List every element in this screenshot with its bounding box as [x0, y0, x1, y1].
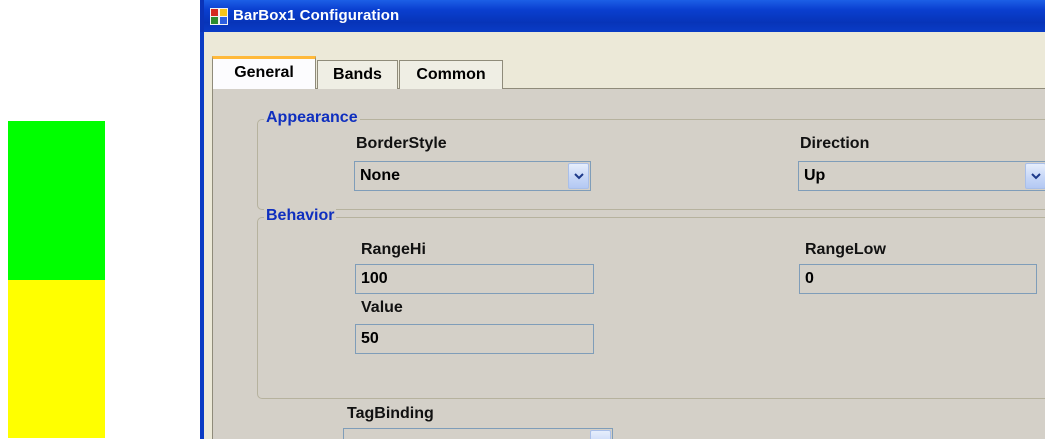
window-app-icon [210, 8, 228, 25]
general-tab-page: Appearance BorderStyle None Direction Up [212, 88, 1045, 439]
tab-common-label: Common [416, 66, 486, 83]
range-low-value: 0 [805, 270, 814, 287]
appearance-legend: Appearance [264, 109, 360, 127]
range-hi-input[interactable]: 100 [355, 264, 594, 294]
direction-dropdown[interactable]: Up [798, 161, 1045, 191]
value-input[interactable]: 50 [355, 324, 594, 354]
dialog-content: General Bands Common Appearance BorderSt… [204, 32, 1045, 439]
border-style-dropdown-button[interactable] [568, 163, 589, 189]
chevron-down-icon [1031, 173, 1041, 180]
tag-binding-label: TagBinding [347, 405, 434, 422]
bar-preview [8, 121, 105, 438]
tab-common[interactable]: Common [399, 60, 503, 89]
direction-value: Up [804, 167, 826, 184]
border-style-dropdown[interactable]: None [354, 161, 591, 191]
border-style-value: None [360, 167, 400, 184]
tab-bands-label: Bands [333, 66, 382, 83]
direction-label: Direction [800, 135, 870, 152]
range-low-label: RangeLow [805, 241, 886, 258]
window-title: BarBox1 Configuration [233, 7, 400, 24]
range-low-input[interactable]: 0 [799, 264, 1037, 294]
behavior-legend: Behavior [264, 207, 337, 225]
bar-lower-segment [8, 279, 105, 438]
tag-binding-dropdown[interactable] [343, 428, 613, 439]
tab-general[interactable]: General [212, 56, 316, 89]
configuration-dialog: BarBox1 Configuration General Bands Comm… [200, 0, 1045, 439]
chevron-down-icon [574, 173, 584, 180]
value-value: 50 [361, 330, 379, 347]
range-hi-value: 100 [361, 270, 388, 287]
range-hi-label: RangeHi [361, 241, 426, 258]
border-style-label: BorderStyle [356, 135, 447, 152]
tag-binding-dropdown-button[interactable] [590, 430, 611, 439]
value-label: Value [361, 299, 403, 316]
title-bar[interactable]: BarBox1 Configuration [200, 0, 1045, 32]
tab-general-label: General [234, 64, 294, 81]
tab-bands[interactable]: Bands [317, 60, 398, 89]
direction-dropdown-button[interactable] [1025, 163, 1045, 189]
bar-upper-segment [8, 121, 105, 280]
